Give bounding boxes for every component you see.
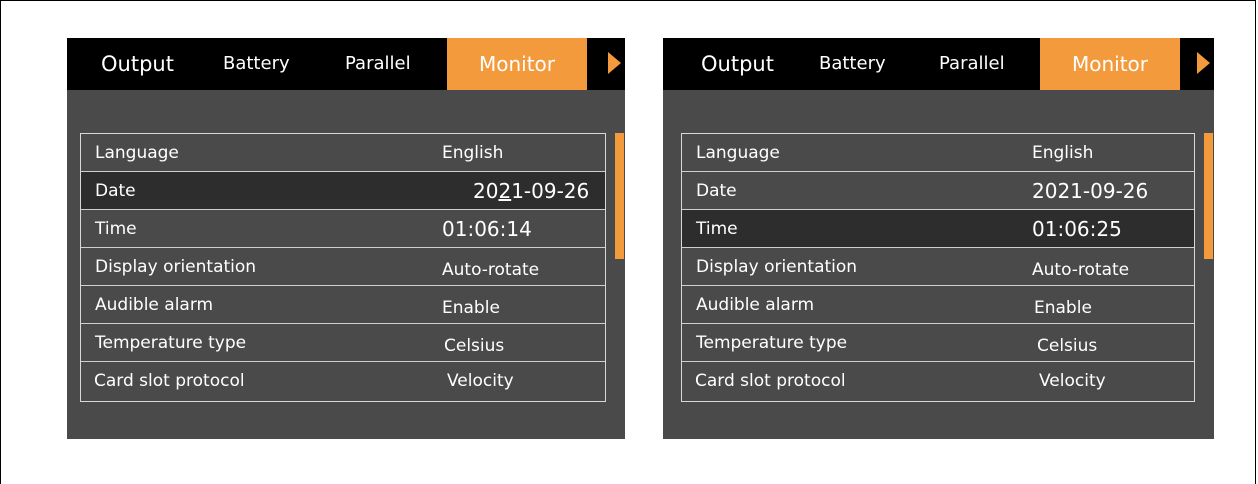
row-value: Velocity <box>1039 371 1106 391</box>
row-label: Time <box>696 219 738 239</box>
row-label: Temperature type <box>95 333 247 353</box>
monitor-screen-date-edit: Output Battery Parallel Monitor Language… <box>67 38 625 439</box>
row-label: Date <box>95 181 136 201</box>
list-item-display-orientation[interactable]: Display orientation Auto-rotate <box>81 248 605 286</box>
list-item-time[interactable]: Time 01:06:25 <box>682 210 1194 248</box>
tab-parallel[interactable]: Parallel <box>345 38 411 90</box>
date-value[interactable]: 2021-09-26 <box>473 179 589 203</box>
row-value: Celsius <box>444 336 505 356</box>
tab-monitor[interactable]: Monitor <box>1040 38 1180 90</box>
list-item-date[interactable]: Date 2021-09-26 <box>682 172 1194 210</box>
tab-parallel[interactable]: Parallel <box>939 38 1005 90</box>
right-arrow-icon[interactable] <box>1197 52 1210 74</box>
scrollbar[interactable] <box>615 133 624 259</box>
row-label: Audible alarm <box>95 295 214 315</box>
time-value[interactable]: 01:06:25 <box>1032 217 1122 241</box>
row-label: Time <box>95 219 137 239</box>
edit-cursor: 2 <box>498 179 512 203</box>
row-label: Date <box>696 181 737 201</box>
list-item-date[interactable]: Date 2021-09-26 <box>81 172 605 210</box>
settings-list: Language English Date 2021-09-26 Time 01… <box>80 133 606 402</box>
row-value: English <box>442 143 504 163</box>
list-item-language[interactable]: Language English <box>81 134 605 172</box>
tab-battery[interactable]: Battery <box>223 38 290 90</box>
tab-bar: Output Battery Parallel Monitor <box>663 38 1214 90</box>
row-label: Language <box>696 143 780 163</box>
list-item-language[interactable]: Language English <box>682 134 1194 172</box>
row-value: Velocity <box>447 371 514 391</box>
row-label: Card slot protocol <box>94 371 245 391</box>
row-value: English <box>1032 143 1094 163</box>
list-item-temperature-type[interactable]: Temperature type Celsius <box>682 324 1194 362</box>
row-label: Display orientation <box>696 257 858 277</box>
row-label: Language <box>95 143 179 163</box>
list-item-audible-alarm[interactable]: Audible alarm Enable <box>81 286 605 324</box>
tab-output[interactable]: Output <box>101 38 174 90</box>
scrollbar[interactable] <box>1204 133 1213 259</box>
row-value: Auto-rotate <box>442 260 540 280</box>
list-item-card-slot-protocol[interactable]: Card slot protocol Velocity <box>81 362 605 401</box>
list-item-display-orientation[interactable]: Display orientation Auto-rotate <box>682 248 1194 286</box>
row-label: Audible alarm <box>696 295 815 315</box>
row-label: Temperature type <box>696 333 848 353</box>
tab-bar: Output Battery Parallel Monitor <box>67 38 625 90</box>
tab-monitor[interactable]: Monitor <box>447 38 587 90</box>
monitor-screen-time-edit: Output Battery Parallel Monitor Language… <box>663 38 1214 439</box>
date-value-suffix: 1-09-26 <box>511 179 590 203</box>
list-item-card-slot-protocol[interactable]: Card slot protocol Velocity <box>682 362 1194 401</box>
list-item-temperature-type[interactable]: Temperature type Celsius <box>81 324 605 362</box>
date-value-prefix: 20 <box>473 179 499 203</box>
row-value: 2021-09-26 <box>1032 179 1149 203</box>
row-label: Display orientation <box>95 257 257 277</box>
list-item-audible-alarm[interactable]: Audible alarm Enable <box>682 286 1194 324</box>
row-value: 01:06:14 <box>442 217 532 241</box>
row-value: Auto-rotate <box>1032 260 1130 280</box>
tab-output[interactable]: Output <box>701 38 774 90</box>
row-value: Enable <box>1034 298 1092 318</box>
row-value: Celsius <box>1037 336 1098 356</box>
row-value: Enable <box>442 298 500 318</box>
right-arrow-icon[interactable] <box>608 52 621 74</box>
row-label: Card slot protocol <box>695 371 846 391</box>
tab-battery[interactable]: Battery <box>819 38 886 90</box>
settings-list: Language English Date 2021-09-26 Time 01… <box>681 133 1195 402</box>
list-item-time[interactable]: Time 01:06:14 <box>81 210 605 248</box>
